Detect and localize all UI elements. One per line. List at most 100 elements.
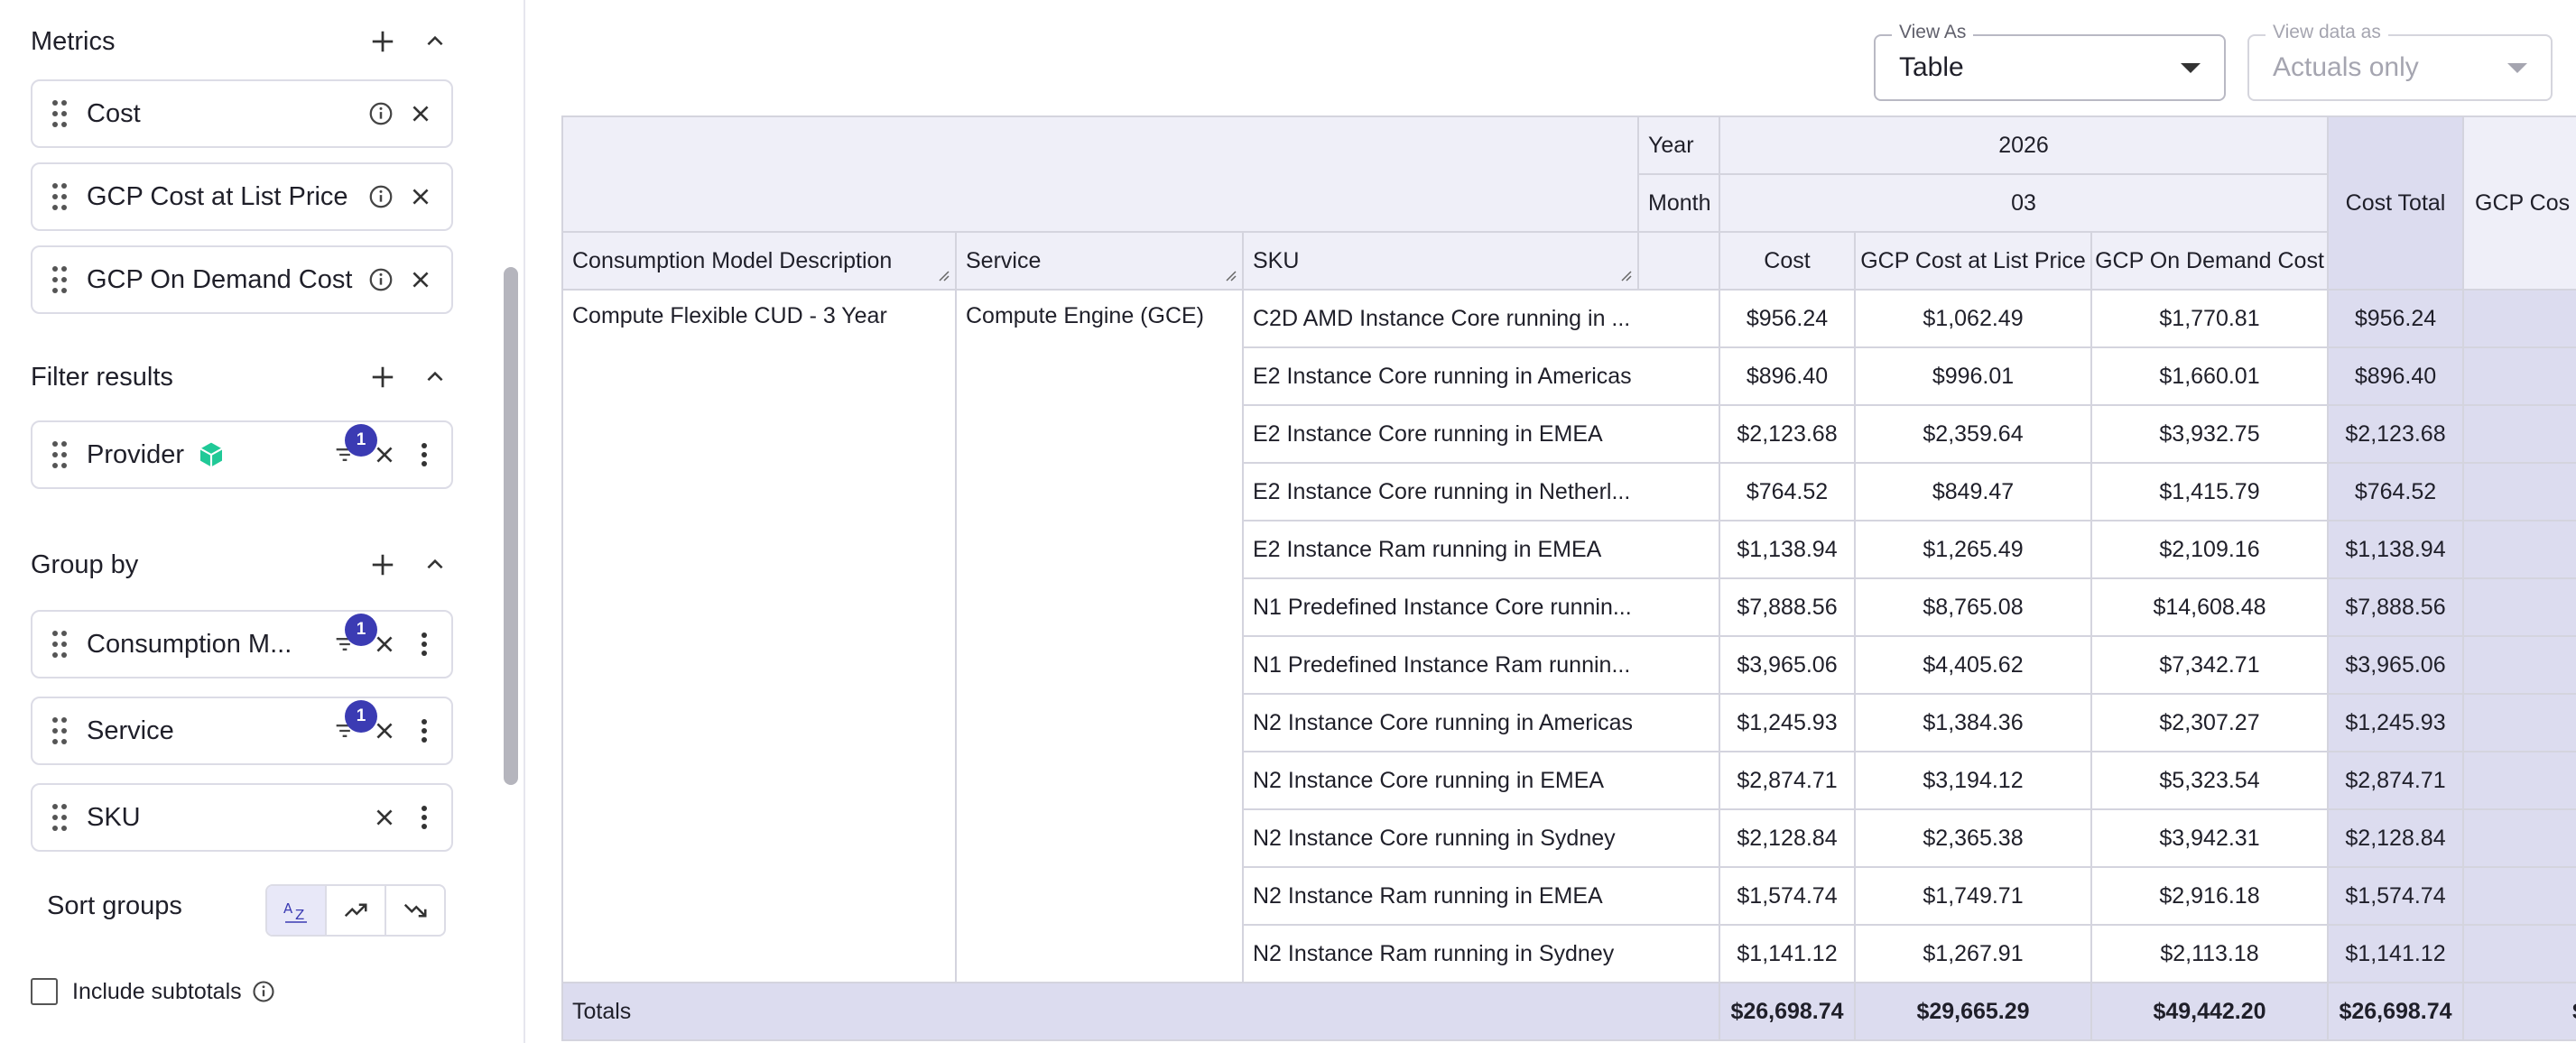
list-price-cell: $1,749.71 <box>1856 868 2092 926</box>
drag-handle-icon[interactable] <box>32 420 87 489</box>
plus-icon <box>372 366 394 388</box>
provider-cube-icon <box>197 440 325 469</box>
more-options-icon[interactable] <box>404 711 444 751</box>
metric-chip-cost[interactable]: Cost <box>31 79 453 148</box>
drag-handle-icon[interactable] <box>32 245 87 314</box>
filter-chip-provider[interactable]: Provider 1 <box>31 420 453 489</box>
more-options-icon[interactable] <box>404 435 444 475</box>
column-header-label: SKU <box>1253 247 1300 273</box>
collapse-metrics-button[interactable] <box>417 23 453 60</box>
cost-total-cell: $3,965.06 <box>2329 637 2464 695</box>
drag-handle-icon[interactable] <box>32 610 87 678</box>
collapse-groupby-button[interactable] <box>417 547 453 583</box>
view-as-select[interactable]: View As Table <box>1874 22 2226 101</box>
month-value: 03 <box>1720 175 2329 233</box>
trending-up-icon <box>344 903 367 918</box>
sort-alphabetical-button[interactable]: AZ <box>267 886 327 935</box>
cost-cell: $896.40 <box>1720 348 1856 406</box>
remove-group-button[interactable] <box>365 798 404 837</box>
year-label: Year <box>1639 115 1720 175</box>
gcp-cost-total-cell <box>2464 522 2576 579</box>
ondemand-cell: $5,323.54 <box>2092 752 2329 810</box>
sku-cell: N2 Instance Core running in Sydney <box>1244 810 1720 868</box>
metric-header-ondemand[interactable]: GCP On Demand Cost <box>2092 233 2329 291</box>
view-data-select[interactable]: View data as Actuals only <box>2247 22 2553 101</box>
metric-chip-gcp-ondemand[interactable]: GCP On Demand Cost <box>31 245 453 314</box>
sku-cell: E2 Instance Core running in EMEA <box>1244 406 1720 464</box>
remove-metric-button[interactable] <box>401 177 440 217</box>
totals-ondemand: $49,442.20 <box>2092 983 2329 1041</box>
chevron-up-icon <box>427 35 443 46</box>
sku-cell: N1 Predefined Instance Core runnin... <box>1244 579 1720 637</box>
sort-ascending-button[interactable] <box>327 886 386 935</box>
list-price-cell: $4,405.62 <box>1856 637 2092 695</box>
close-icon <box>376 636 393 652</box>
cost-cell: $2,128.84 <box>1720 810 1856 868</box>
more-options-icon[interactable] <box>404 798 444 837</box>
sku-header[interactable]: SKU <box>1244 233 1639 291</box>
more-options-icon[interactable] <box>404 624 444 664</box>
drag-handle-icon[interactable] <box>32 697 87 765</box>
include-subtotals-checkbox[interactable] <box>31 978 58 1005</box>
collapse-filter-button[interactable] <box>417 359 453 395</box>
group-chip-sku[interactable]: SKU <box>31 783 453 852</box>
service-header[interactable]: Service <box>957 233 1244 291</box>
drag-handle-icon[interactable] <box>32 79 87 148</box>
view-as-value: Table <box>1899 52 1964 82</box>
ondemand-cell: $2,916.18 <box>2092 868 2329 926</box>
sku-cell: C2D AMD Instance Core running in ... <box>1244 291 1720 348</box>
group-chip-consumption-model[interactable]: Consumption M... 1 <box>31 610 453 678</box>
svg-text:Z: Z <box>295 907 304 923</box>
remove-metric-button[interactable] <box>401 260 440 300</box>
totals-label: Totals <box>561 983 1720 1041</box>
totals-list-price: $29,665.29 <box>1856 983 2092 1041</box>
sort-groups-label: Sort groups <box>47 891 182 920</box>
groupby-section-header: Group by <box>31 547 453 583</box>
plus-icon <box>372 554 394 576</box>
chevron-up-icon <box>427 558 443 569</box>
info-icon[interactable] <box>361 260 401 300</box>
resize-handle-icon <box>1621 271 1632 282</box>
list-price-cell: $849.47 <box>1856 464 2092 522</box>
sidebar-scrollbar[interactable] <box>504 267 518 785</box>
filter-settings-icon[interactable]: 1 <box>325 424 377 475</box>
gcp-cost-total-cell <box>2464 695 2576 752</box>
filter-count-badge: 1 <box>345 614 377 646</box>
info-icon[interactable] <box>251 979 276 1004</box>
sort-az-icon: AZ <box>283 900 307 923</box>
drag-handle-icon[interactable] <box>32 162 87 231</box>
caret-down-icon <box>2507 62 2527 73</box>
metric-header-list[interactable]: GCP Cost at List Price <box>1856 233 2092 291</box>
gcp-cost-total-cell <box>2464 406 2576 464</box>
remove-metric-button[interactable] <box>401 94 440 134</box>
gcp-cost-total-cell <box>2464 579 2576 637</box>
add-metric-button[interactable] <box>365 23 401 60</box>
consumption-model-cell: Compute Flexible CUD - 3 Year <box>561 291 957 983</box>
group-chip-service[interactable]: Service 1 <box>31 697 453 765</box>
metric-chip-gcp-list[interactable]: GCP Cost at List Price <box>31 162 453 231</box>
info-icon[interactable] <box>361 94 401 134</box>
filter-settings-icon[interactable]: 1 <box>325 614 377 664</box>
cost-total-cell: $1,245.93 <box>2329 695 2464 752</box>
resize-handle-icon <box>939 271 950 282</box>
gcp-cost-total-cell <box>2464 868 2576 926</box>
gcp-cost-total-cell <box>2464 291 2576 348</box>
metric-header-cost[interactable]: Cost <box>1720 233 1856 291</box>
ondemand-cell: $1,660.01 <box>2092 348 2329 406</box>
gcp-cost-total-cell <box>2464 464 2576 522</box>
drag-handle-icon[interactable] <box>32 783 87 852</box>
sku-cell: N2 Instance Core running in Americas <box>1244 695 1720 752</box>
sort-descending-button[interactable] <box>386 886 444 935</box>
cost-total-cell: $1,138.94 <box>2329 522 2464 579</box>
add-group-button[interactable] <box>365 547 401 583</box>
add-filter-button[interactable] <box>365 359 401 395</box>
pivot-grid: Year 2026 Month 03 Cost Total GCP Cos Co… <box>561 115 2576 1043</box>
cost-cell: $1,141.12 <box>1720 926 1856 983</box>
pivot-table: Year 2026 Month 03 Cost Total GCP Cos Co… <box>561 115 2576 1043</box>
consumption-model-header[interactable]: Consumption Model Description <box>561 233 957 291</box>
filter-title: Filter results <box>31 362 173 392</box>
list-price-cell: $1,384.36 <box>1856 695 2092 752</box>
include-subtotals-label: Include subtotals <box>72 978 242 1004</box>
info-icon[interactable] <box>361 177 401 217</box>
filter-settings-icon[interactable]: 1 <box>325 700 377 751</box>
